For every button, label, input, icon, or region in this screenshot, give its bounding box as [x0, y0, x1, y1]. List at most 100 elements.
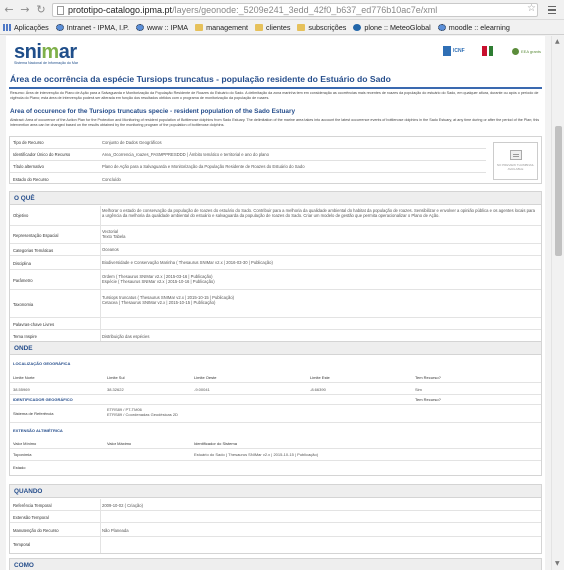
metadata-page: snimar Sistema Nacional de Informação do… — [6, 36, 545, 570]
thumbnail-placeholder: NO PREVIEW THUMBNAIL AVAILABLE — [493, 142, 538, 180]
bbox-value: 38.55969 — [13, 387, 30, 392]
row-key: Parâmetro — [13, 278, 33, 283]
eea-grants-logo: EEA grants — [512, 44, 542, 58]
url-path: /layers/geonode:_5209e241_3edd_42f0_b637… — [172, 5, 438, 15]
row-divider — [10, 448, 541, 449]
column-divider — [100, 206, 101, 342]
forward-icon[interactable]: → — [18, 3, 32, 17]
alt-header: Identificador do Sistema — [194, 441, 237, 446]
extensao-label: EXTENSÃO ALTIMÉTRICA — [13, 428, 63, 433]
row-value: Vectorial Texto Tabela — [102, 229, 126, 239]
grid-icon — [3, 23, 11, 31]
row-divider — [10, 382, 541, 383]
section-heading: QUANDO — [10, 485, 541, 498]
bbox-value: 38.32622 — [107, 387, 124, 392]
bookmark-label: plone :: MeteoGlobal — [364, 22, 431, 32]
row-value: Oceanos — [102, 247, 119, 252]
folder-icon — [297, 23, 306, 31]
section-onde: ONDE LOCALIZAÇÃO GEOGRÁFICA Limite Norte… — [9, 341, 542, 476]
bookmark-label: Intranet - IPMA, I.P. — [66, 22, 129, 32]
row-value: Concluído — [102, 176, 121, 182]
row-key: Representação Espacial — [13, 233, 59, 238]
row-value: Biodiversidade e Conservação Marinha ( T… — [102, 260, 273, 265]
thumbnail-caption: NO PREVIEW THUMBNAIL AVAILABLE — [496, 163, 535, 171]
row-divider — [10, 404, 541, 405]
bookmark-subscricoes[interactable]: subscrições — [297, 23, 346, 32]
row-key: Estado do Recurso — [13, 176, 49, 182]
row-key: Título alternativo — [13, 164, 44, 169]
table-row: Referência Temporal 2009-10-02 ( Criação) — [10, 499, 541, 511]
icnf-logo: ICNF — [443, 44, 465, 58]
bookmark-management[interactable]: management — [195, 23, 248, 32]
bookmark-clientes[interactable]: clientes — [255, 23, 290, 32]
table-row: Manutenção do Recurso Não Planeada — [10, 523, 541, 537]
localizacao-label: LOCALIZAÇÃO GEOGRÁFICA — [13, 361, 71, 366]
row-key: Palavras-chave Livres — [13, 322, 55, 327]
table-row: Palavras-chave Livres — [10, 318, 541, 330]
page-header: snimar Sistema Nacional de Informação do… — [6, 36, 545, 72]
row-value: 2009-10-02 ( Criação) — [102, 503, 143, 508]
row-value: Area_Ocorrencia_roazes_PASMPPRESDDD | Âm… — [102, 152, 269, 157]
bookmark-label: management — [206, 22, 249, 32]
row-value: ETRS89 / PT-TM06 ETRS89 / Coordenadas Ge… — [107, 407, 178, 417]
table-row: Representação Espacial Vectorial Texto Ta… — [10, 226, 541, 244]
bookmark-www-ipma[interactable]: www :: IPMA — [135, 22, 189, 32]
bbox-header: Limite Norte — [13, 375, 35, 380]
reload-icon[interactable]: ↻ — [34, 3, 48, 17]
back-icon[interactable]: ← — [2, 3, 16, 17]
row-value: Tursiops truncatus ( Thesaurus SNIMar v2… — [102, 295, 235, 305]
folder-icon — [195, 23, 204, 31]
logo-subtitle: Sistema Nacional de Informação do Mar — [14, 61, 79, 65]
section-como: COMO — [9, 558, 542, 570]
row-key: Estado — [13, 465, 26, 470]
address-bar[interactable]: prototipo-catalogo.ipma.pt/layers/geonod… — [52, 3, 538, 17]
row-key: Identificador Único do Recurso — [13, 152, 71, 157]
url-host: prototipo-catalogo.ipma.pt — [68, 5, 173, 15]
row-value: Melhorar o estado de conservação da popu… — [102, 208, 535, 218]
table-row: Categorias Temáticas Oceanos — [10, 244, 541, 256]
page-icon — [57, 5, 64, 15]
scroll-up-icon[interactable]: ▲ — [555, 38, 560, 45]
section-heading: O QUÊ — [10, 192, 541, 205]
row-value: Conjunto de Dados Geográficos — [102, 140, 162, 145]
bookmark-label: Aplicações — [14, 22, 49, 32]
bookmark-plone[interactable]: plone :: MeteoGlobal — [353, 22, 431, 32]
bookmark-star-icon[interactable]: ☆ — [527, 3, 536, 14]
row-value: Estuário do Sado ( Thesaurus SNIMar v2.x… — [194, 452, 319, 457]
row-value: Distribuição das espécies — [102, 334, 150, 339]
column-divider — [100, 499, 101, 553]
row-key: Disciplina — [13, 261, 31, 266]
row-key: Taxonomia — [13, 302, 34, 307]
row-divider — [10, 460, 541, 461]
bookmark-label: www :: IPMA — [146, 22, 189, 32]
identity-table: Tipo de Recurso Conjunto de Dados Geográf… — [9, 136, 542, 184]
row-value: Plano de Ação para a Salvaguarda e Monit… — [102, 164, 305, 169]
table-row: Identificador Único do Recurso Area_Ocorr… — [10, 149, 486, 161]
section-heading: ONDE — [10, 342, 541, 355]
page-viewport: snimar Sistema Nacional de Informação do… — [0, 36, 551, 570]
table-row: Extensão Temporal — [10, 511, 541, 523]
bookmark-intranet[interactable]: Intranet - IPMA, I.P. — [55, 22, 129, 32]
identificador-label: IDENTIFICADOR GEOGRÁFICO — [13, 397, 73, 402]
browser-menu-icon[interactable] — [546, 3, 558, 17]
table-row: Estado do Recurso Concluído — [10, 173, 486, 185]
scrollbar-thumb[interactable] — [555, 126, 562, 256]
network-icon — [55, 23, 64, 31]
bookmark-moodle[interactable]: moodle :: elearning — [437, 22, 510, 32]
bookmark-label: subscrições — [308, 22, 347, 32]
row-key: Temporal — [13, 542, 31, 547]
folder-icon — [255, 23, 264, 31]
bookmark-label: clientes — [266, 22, 291, 32]
bbox-header: Limite Oeste — [194, 375, 217, 380]
section-quando: QUANDO Referência Temporal 2009-10-02 ( C… — [9, 484, 542, 554]
bookmark-label: moodle :: elearning — [448, 22, 510, 32]
scroll-down-icon[interactable]: ▼ — [555, 560, 560, 567]
row-key: Objetivo — [13, 213, 29, 218]
table-row: Tipo de Recurso Conjunto de Dados Geográf… — [10, 137, 486, 149]
network-icon — [437, 23, 446, 31]
document-icon — [509, 150, 522, 161]
row-key: Manutenção do Recurso — [13, 528, 59, 533]
row-key: Tema Inspire — [13, 334, 37, 339]
bookmark-aplicacoes[interactable]: Aplicações — [3, 23, 49, 32]
vertical-scrollbar[interactable]: ▲ ▼ — [551, 36, 564, 570]
